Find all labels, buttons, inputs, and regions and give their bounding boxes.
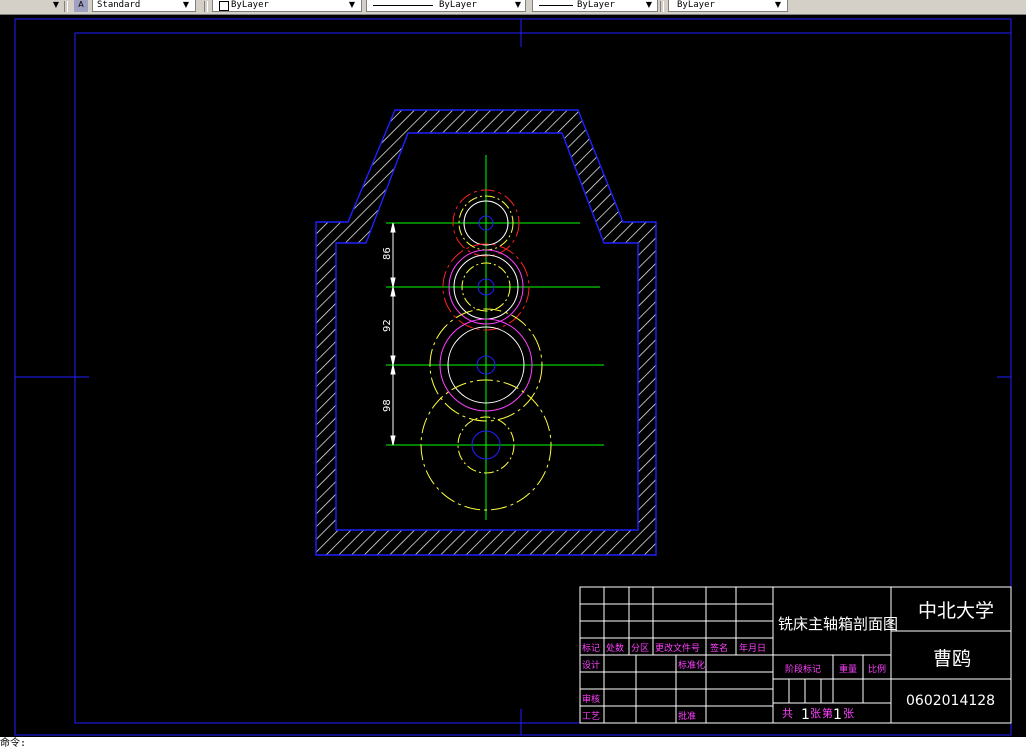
- label-date: 年月日: [739, 642, 766, 654]
- label-process: 工艺: [582, 711, 600, 722]
- plotstyle-dropdown-icon[interactable]: ▼: [772, 0, 784, 12]
- linetype-select[interactable]: ByLayer: [366, 0, 526, 12]
- lineweight-sample-icon: [539, 5, 573, 6]
- toolbar-separator: [64, 1, 68, 12]
- label-scale: 比例: [868, 663, 886, 675]
- label-sheet-unit-2: 张: [843, 707, 854, 720]
- text-style-dropdown-icon[interactable]: ▼: [180, 0, 192, 12]
- toolbar-separator: [204, 1, 208, 12]
- lineweight-select[interactable]: ByLayer: [532, 0, 658, 12]
- linetype-value: ByLayer: [439, 0, 477, 10]
- label-approve: 批准: [678, 710, 696, 722]
- label-signature: 签名: [710, 642, 728, 654]
- label-mark: 标记: [582, 642, 600, 654]
- label-weight: 重量: [839, 663, 857, 675]
- total-sheets-value: 1: [801, 707, 810, 723]
- layer-color-select[interactable]: ByLayer: [212, 0, 362, 12]
- text-style-icon[interactable]: A: [74, 0, 88, 12]
- label-sheet-no: 第: [822, 706, 833, 720]
- linetype-sample-icon: [373, 5, 433, 6]
- title-block-school: 中北大学: [918, 600, 994, 622]
- command-line[interactable]: 命令:: [0, 737, 1026, 750]
- toolbar-separator: [660, 1, 664, 12]
- label-review: 审核: [582, 693, 600, 705]
- lineweight-value: ByLayer: [577, 0, 615, 10]
- layer-color-dropdown-icon[interactable]: ▼: [346, 0, 358, 12]
- label-total: 共: [782, 707, 793, 720]
- lineweight-dropdown-icon[interactable]: ▼: [643, 0, 655, 12]
- properties-toolbar: ▼ A Standard ▼ ByLayer ▼ ByLayer ▼ ByLay…: [0, 0, 1026, 15]
- dimension-shaft-2-3: 92: [382, 319, 393, 332]
- label-standardization: 标准化: [678, 659, 705, 671]
- dimension-shaft-3-4: 98: [382, 399, 393, 412]
- sheet-number-value: 1: [833, 707, 842, 723]
- command-prompt: 命令:: [0, 738, 27, 749]
- drawing-svg: 86 92 98 铣床主轴箱剖面图 中北大学 曹鸥 0602014128 标记 …: [14, 18, 1012, 736]
- title-block-author: 曹鸥: [933, 648, 971, 670]
- label-sheet-unit-1: 张: [810, 707, 821, 720]
- dimension-shaft-1-2: 86: [382, 247, 393, 260]
- shaft-center-lines: [386, 155, 604, 520]
- title-block-student-id: 0602014128: [906, 693, 995, 709]
- label-zone: 分区: [631, 643, 649, 654]
- color-swatch-icon: [219, 1, 229, 11]
- linetype-dropdown-icon[interactable]: ▼: [512, 0, 524, 12]
- prev-dropdown-arrow-icon[interactable]: ▼: [50, 0, 62, 12]
- layer-color-value: ByLayer: [231, 0, 269, 10]
- label-design: 设计: [582, 659, 600, 671]
- drawing-canvas[interactable]: 86 92 98 铣床主轴箱剖面图 中北大学 曹鸥 0602014128 标记 …: [0, 15, 1026, 737]
- label-change-doc: 更改文件号: [655, 642, 700, 654]
- label-count: 处数: [606, 642, 624, 654]
- title-block-drawing-title: 铣床主轴箱剖面图: [778, 615, 898, 633]
- plotstyle-select[interactable]: ByLayer: [668, 0, 788, 12]
- label-stage-mark: 阶段标记: [785, 663, 821, 675]
